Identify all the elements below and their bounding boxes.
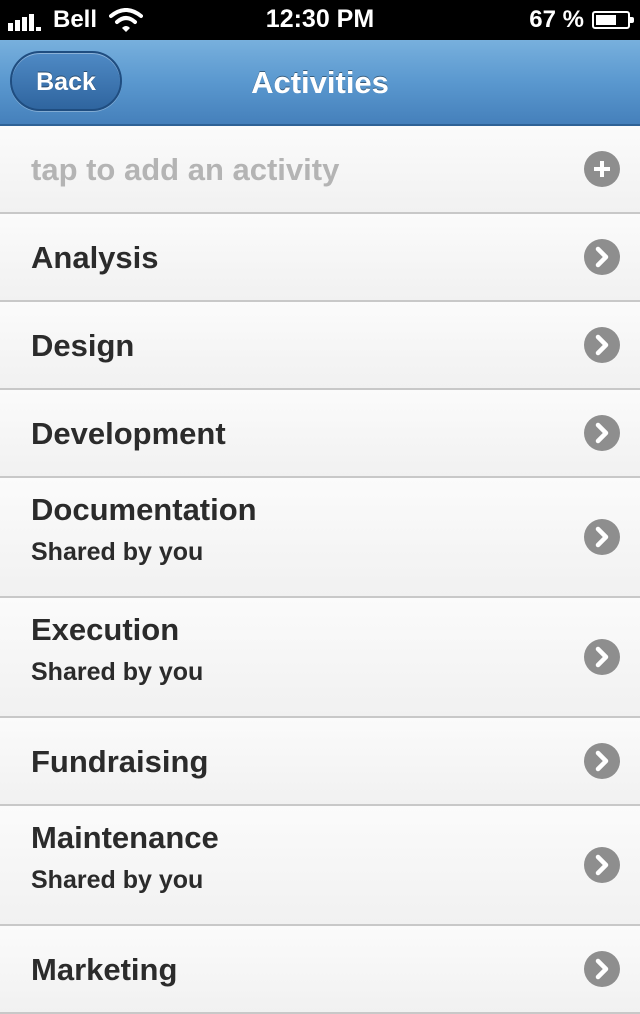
- shared-status: Shared by you: [31, 538, 204, 566]
- activity-name: Maintenance: [31, 820, 219, 855]
- chevron-right-icon[interactable]: [584, 519, 620, 555]
- list-item[interactable]: Marketing: [0, 926, 640, 1014]
- back-button[interactable]: Back: [10, 51, 122, 111]
- activity-name: Fundraising: [31, 744, 209, 779]
- list-item[interactable]: Development: [0, 390, 640, 478]
- shared-status: Shared by you: [31, 658, 204, 686]
- list-item[interactable]: Fundraising: [0, 718, 640, 806]
- add-activity-row[interactable]: tap to add an activity: [0, 126, 640, 214]
- activity-name: Development: [31, 416, 226, 451]
- activity-name: Design: [31, 328, 135, 363]
- chevron-right-icon[interactable]: [584, 239, 620, 275]
- list-item[interactable]: Maintenance Shared by you: [0, 806, 640, 926]
- activity-name: Documentation: [31, 492, 257, 527]
- activity-name: Execution: [31, 612, 180, 647]
- chevron-right-icon[interactable]: [584, 415, 620, 451]
- add-activity-placeholder: tap to add an activity: [31, 152, 340, 187]
- chevron-right-icon[interactable]: [584, 847, 620, 883]
- activity-name: Analysis: [31, 240, 159, 275]
- chevron-right-icon[interactable]: [584, 743, 620, 779]
- list-item[interactable]: Execution Shared by you: [0, 598, 640, 718]
- list-item[interactable]: Design: [0, 302, 640, 390]
- list-item[interactable]: Analysis: [0, 214, 640, 302]
- battery-icon: [592, 11, 634, 29]
- activity-list: tap to add an activity Analysis Design D…: [0, 126, 640, 1014]
- battery-percent: 67 %: [529, 6, 584, 33]
- status-bar: Bell 12:30 PM 67 %: [0, 0, 640, 40]
- plus-circle-icon[interactable]: [584, 151, 620, 187]
- shared-status: Shared by you: [31, 866, 204, 894]
- list-item[interactable]: Documentation Shared by you: [0, 478, 640, 598]
- navigation-bar: Activities Back: [0, 40, 640, 126]
- chevron-right-icon[interactable]: [584, 951, 620, 987]
- activity-name: Marketing: [31, 952, 178, 987]
- chevron-right-icon[interactable]: [584, 639, 620, 675]
- chevron-right-icon[interactable]: [584, 327, 620, 363]
